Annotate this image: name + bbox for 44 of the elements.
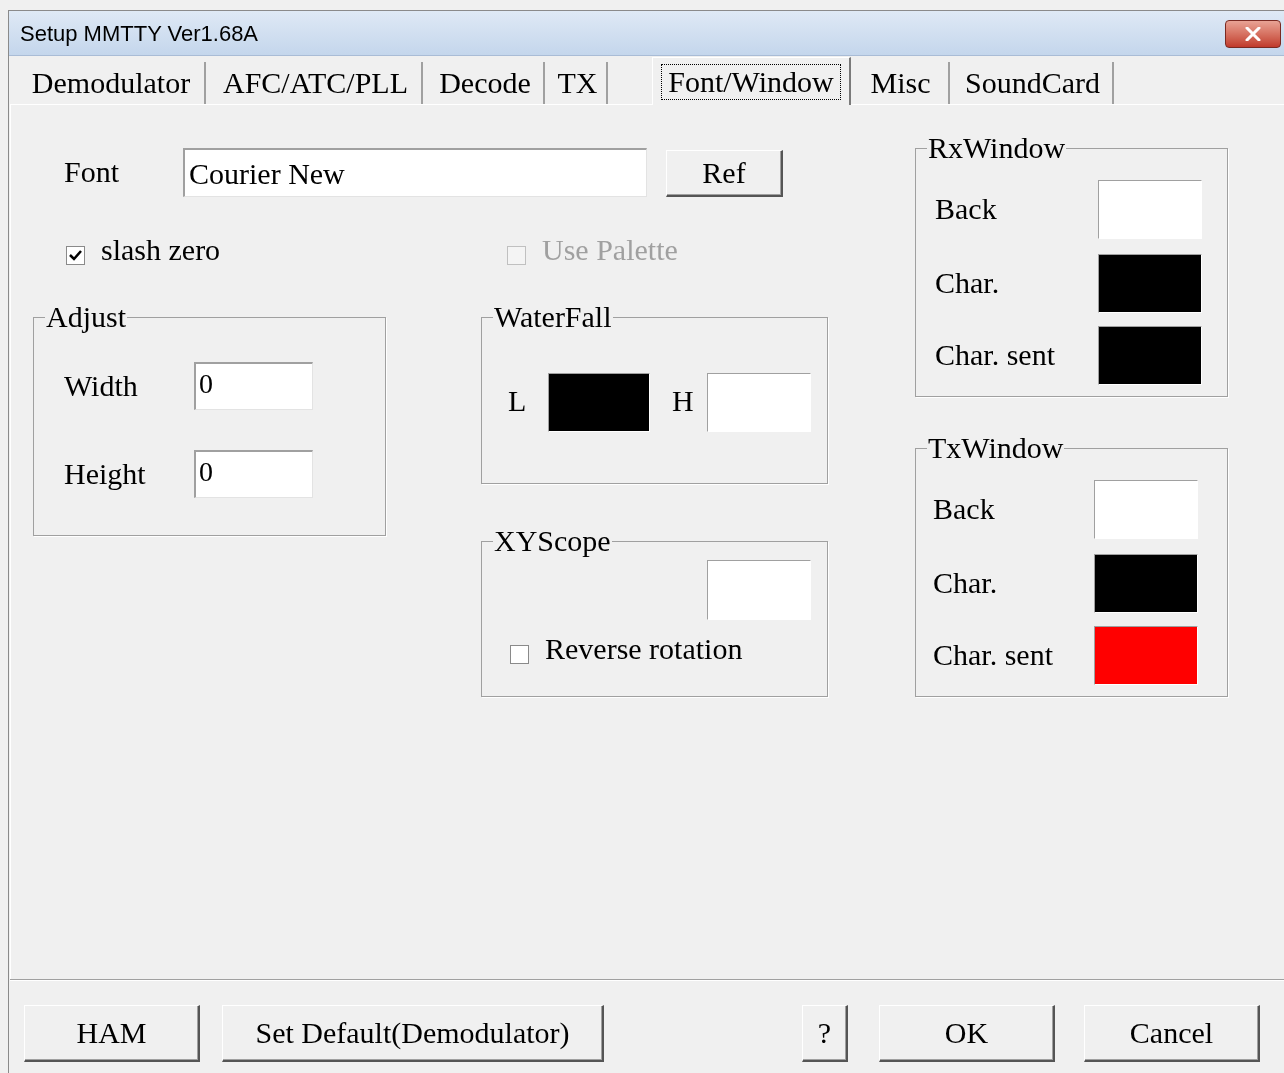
- number-field[interactable]: 0: [194, 450, 313, 498]
- color-label: Char. sent: [933, 638, 1053, 672]
- color-swatch[interactable]: [1098, 326, 1202, 385]
- close-button[interactable]: [1225, 20, 1281, 48]
- font-label: Font: [64, 155, 120, 189]
- tab[interactable]: Decode: [427, 62, 545, 104]
- color-label: Back: [933, 492, 995, 526]
- tab[interactable]: SoundCard: [953, 62, 1114, 104]
- color-swatch[interactable]: [1098, 254, 1202, 313]
- close-icon: [1243, 27, 1263, 41]
- set-default-button[interactable]: Set Default(Demodulator): [222, 1005, 604, 1062]
- color-swatch[interactable]: [548, 373, 650, 432]
- checkbox[interactable]: [66, 246, 85, 265]
- tab[interactable]: Demodulator: [18, 62, 206, 104]
- checkbox-label: slash zero: [101, 233, 221, 267]
- tab[interactable]: Misc: [853, 62, 950, 104]
- tab[interactable]: Font/Window: [652, 57, 851, 105]
- tab[interactable]: AFC/ATC/PLL: [210, 62, 423, 104]
- color-swatch[interactable]: [1094, 554, 1198, 613]
- color-label: Char. sent: [935, 338, 1055, 372]
- help-button[interactable]: ?: [802, 1005, 848, 1062]
- checkbox[interactable]: [510, 645, 529, 664]
- color-swatch[interactable]: [707, 373, 811, 432]
- number-field[interactable]: 0: [194, 362, 313, 410]
- color-swatch[interactable]: [1098, 180, 1202, 239]
- checkbox-label: Reverse rotation: [545, 632, 743, 666]
- checkbox-label: Use Palette: [542, 233, 678, 267]
- tab[interactable]: TX: [549, 62, 608, 104]
- swatch-label: L: [508, 384, 527, 418]
- font-field[interactable]: Courier New: [183, 148, 647, 197]
- field-label: Width: [64, 369, 138, 403]
- cancel-button[interactable]: Cancel: [1084, 1005, 1260, 1062]
- color-label: Char.: [935, 266, 1000, 300]
- ham-button[interactable]: HAM: [24, 1005, 200, 1062]
- ref-button[interactable]: Ref: [666, 150, 783, 197]
- color-swatch[interactable]: [707, 560, 811, 620]
- color-label: Back: [935, 192, 997, 226]
- color-label: Char.: [933, 566, 998, 600]
- field-label: Height: [64, 457, 146, 491]
- window-title: Setup MMTTY Ver1.68A: [20, 20, 259, 48]
- ok-button[interactable]: OK: [879, 1005, 1055, 1062]
- swatch-label: H: [672, 384, 694, 418]
- color-swatch[interactable]: [1094, 480, 1198, 539]
- color-swatch[interactable]: [1094, 626, 1198, 685]
